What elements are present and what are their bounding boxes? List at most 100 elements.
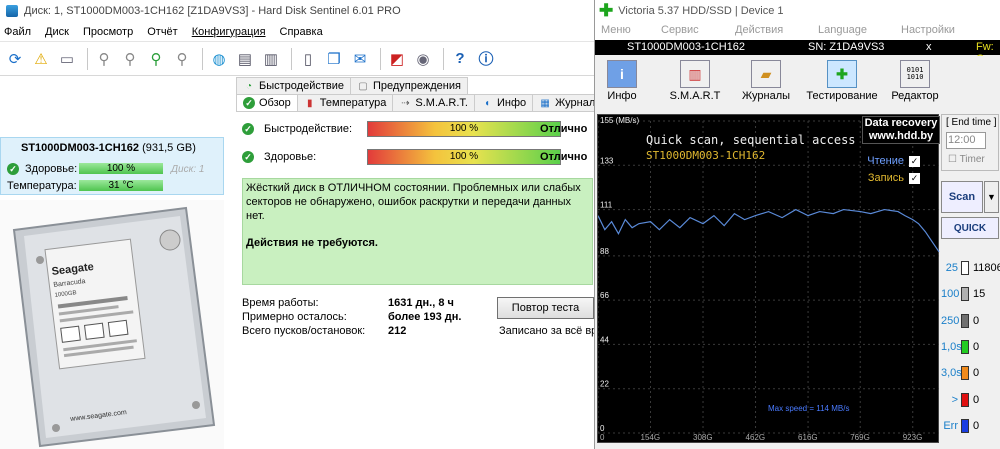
tab-temperature[interactable]: ▮ Температура bbox=[296, 94, 394, 111]
tab-performance[interactable]: ◔ Быстродействие bbox=[236, 77, 351, 94]
menu-file[interactable]: Файл bbox=[4, 26, 31, 38]
tab-info[interactable]: ◖ Инфо bbox=[473, 94, 534, 111]
write-toggle[interactable]: Запись ✓ bbox=[868, 172, 920, 184]
menu-report[interactable]: Отчёт bbox=[147, 26, 177, 38]
hds-titlebar: Диск: 1, ST1000DM003-1CH162 [Z1DA9VS3] -… bbox=[0, 0, 594, 22]
drive-icon[interactable]: ▭ bbox=[56, 48, 78, 70]
menu-view[interactable]: Просмотр bbox=[83, 26, 133, 38]
vtool-info[interactable]: i Инфо bbox=[605, 60, 639, 102]
recorded-text: Записано за всё вре bbox=[499, 325, 594, 337]
warning-icon[interactable]: ⚠ bbox=[30, 48, 52, 70]
graph-title: Quick scan, sequential access bbox=[646, 133, 856, 147]
health-row: ✓ Здоровье: 100 % Отлично bbox=[242, 148, 587, 166]
tab-warnings[interactable]: ▢ Предупреждения bbox=[349, 77, 468, 94]
printer-icon[interactable]: ▥ bbox=[260, 48, 282, 70]
disk-summary-card[interactable]: ST1000DM003-1CH162 (931,5 GB) ✓ Здоровье… bbox=[0, 137, 224, 195]
victoria-menubar: Меню Сервис Действия Language Настройки bbox=[595, 22, 1000, 40]
help-icon[interactable]: ? bbox=[449, 48, 471, 70]
starts-value: 212 bbox=[388, 325, 407, 337]
device-model: ST1000DM003-1CH162 bbox=[627, 41, 746, 53]
scan-button[interactable]: Scan bbox=[941, 181, 983, 213]
network-icon[interactable]: ▤ bbox=[234, 48, 256, 70]
magnifier-x-icon[interactable]: ⚲ bbox=[171, 48, 193, 70]
vtool-editor[interactable]: 0101 1010 Редактор bbox=[889, 60, 941, 102]
tab-temperature-label: Температура bbox=[319, 97, 387, 109]
vtool-journals[interactable]: ▰ Журналы bbox=[738, 60, 794, 102]
magnifier-ok-icon[interactable]: ⚲ bbox=[145, 48, 167, 70]
disk-temp-row: Температура: bbox=[7, 179, 77, 193]
menu-config[interactable]: Конфигурация bbox=[192, 26, 266, 38]
performance-label: Быстродействие: bbox=[264, 123, 353, 135]
performance-bar: 100 % bbox=[367, 121, 561, 137]
retest-button[interactable]: Повтор теста bbox=[497, 297, 594, 319]
refresh-icon[interactable]: ⟳ bbox=[4, 48, 26, 70]
vmenu-menu[interactable]: Меню bbox=[601, 24, 631, 36]
magnifier-check-icon[interactable]: ⚲ bbox=[119, 48, 141, 70]
legend-swatch bbox=[961, 366, 969, 380]
x-tick-label: 923G bbox=[903, 433, 923, 442]
vmenu-actions[interactable]: Действия bbox=[735, 24, 783, 36]
legend-swatch bbox=[961, 419, 969, 433]
tab-overview[interactable]: ✓ Обзор bbox=[236, 94, 298, 111]
y-tick-label: 66 bbox=[600, 291, 609, 300]
quick-button[interactable]: QUICK bbox=[941, 217, 999, 239]
device-bar: ST1000DM003-1CH162 SN: Z1DA9VS3 x Fw: C bbox=[595, 40, 1000, 65]
hds-app-icon bbox=[6, 5, 18, 17]
legend-count: 11806 bbox=[973, 262, 1000, 274]
vtool-testing[interactable]: ✚ Тестирование bbox=[803, 60, 881, 102]
globe-icon[interactable]: ◍ bbox=[208, 48, 230, 70]
starts-row: Всего пусков/остановок: 212 bbox=[242, 325, 406, 337]
menu-help[interactable]: Справка bbox=[280, 26, 323, 38]
device-close[interactable]: x bbox=[926, 41, 932, 53]
disk-health-bar: 100 % bbox=[79, 163, 163, 174]
speed-graph: 133 111 88 66 44 22 0 0 154G 308G 462G 616G 769G 923G… bbox=[597, 114, 940, 443]
legend-swatch bbox=[961, 261, 969, 275]
x-tick-label: 462G bbox=[746, 433, 766, 442]
timer-toggle[interactable]: ☐ Timer bbox=[948, 154, 985, 165]
remaining-row: Примерно осталось: более 193 дн. bbox=[242, 311, 461, 323]
legend-label: 1,0s bbox=[941, 341, 962, 353]
vtool-journals-label: Журналы bbox=[741, 90, 791, 102]
vmenu-service[interactable]: Сервис bbox=[661, 24, 699, 36]
copy-icon[interactable]: ❐ bbox=[323, 48, 345, 70]
legend-label: > bbox=[951, 394, 958, 406]
send-icon[interactable]: ✉ bbox=[349, 48, 371, 70]
tab-journal[interactable]: ▦ Журнал bbox=[532, 94, 594, 111]
info-icon[interactable]: ⓘ bbox=[475, 48, 497, 70]
thermometer-icon: ▮ bbox=[307, 97, 313, 109]
vtool-info-label: Инфо bbox=[607, 90, 637, 102]
end-time-input[interactable]: 12:00 bbox=[946, 132, 986, 149]
status-text: Жёсткий диск в ОТЛИЧНОМ состоянии. Пробл… bbox=[246, 182, 581, 222]
vmenu-settings[interactable]: Настройки bbox=[901, 24, 955, 36]
y-tick-label: 44 bbox=[600, 335, 609, 344]
speaker-icon[interactable]: ◉ bbox=[412, 48, 434, 70]
report-icon[interactable]: ▯ bbox=[297, 48, 319, 70]
disk-health-row: ✓ Здоровье: bbox=[7, 162, 77, 176]
health-status: Отлично bbox=[540, 151, 588, 163]
disk-health-label: Здоровье: bbox=[25, 163, 78, 175]
victoria-titlebar: ✚ Victoria 5.37 HDD/SSD | Device 1 bbox=[595, 0, 1000, 22]
graph-model: ST1000DM003-1CH162 bbox=[646, 149, 766, 162]
performance-row: ✓ Быстродействие: 100 % Отлично bbox=[242, 120, 587, 138]
performance-icon[interactable]: ◩ bbox=[386, 48, 408, 70]
remaining-value: более 193 дн. bbox=[388, 311, 462, 323]
write-checkbox[interactable]: ✓ bbox=[909, 172, 920, 184]
vmenu-language[interactable]: Language bbox=[818, 24, 867, 36]
vtool-editor-label: Редактор bbox=[891, 90, 939, 102]
read-checkbox[interactable]: ✓ bbox=[909, 155, 920, 167]
toolbar-separator bbox=[291, 47, 292, 70]
legend-row: 1,0s 0 bbox=[941, 339, 979, 355]
tabs-row-1: ◔ Быстродействие ▢ Предупреждения bbox=[236, 77, 468, 94]
menu-disk[interactable]: Диск bbox=[45, 26, 69, 38]
uptime-row: Время работы: 1631 дн., 8 ч bbox=[242, 297, 454, 309]
journal-icon: ▦ bbox=[540, 97, 550, 109]
vtool-smart[interactable]: ▥ S.M.A.R.T bbox=[665, 60, 725, 102]
tab-smart[interactable]: ⇢ S.M.A.R.T. bbox=[392, 94, 475, 111]
disk-temp-bar: 31 °C bbox=[79, 180, 163, 191]
magnifier-icon[interactable]: ⚲ bbox=[93, 48, 115, 70]
scan-dropdown-icon[interactable]: ▼ bbox=[984, 181, 999, 213]
performance-check-icon: ✓ bbox=[242, 123, 254, 135]
testing-plus-icon: ✚ bbox=[827, 60, 857, 88]
read-toggle[interactable]: Чтение ✓ bbox=[867, 155, 920, 167]
smart-icon: ⇢ bbox=[401, 97, 410, 109]
